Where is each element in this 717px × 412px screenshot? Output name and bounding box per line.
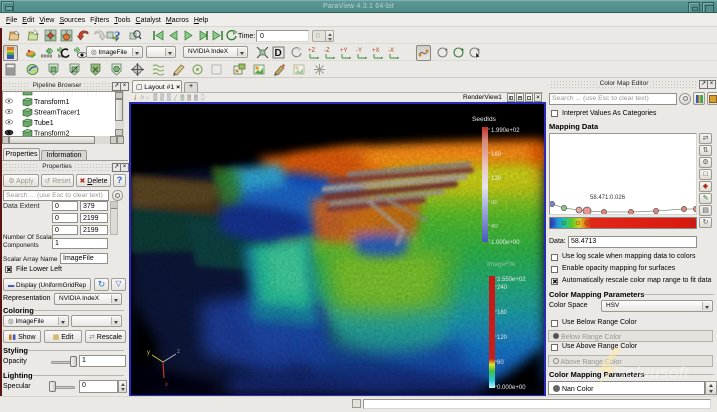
svg-text:1.990e+02: 1.990e+02	[491, 128, 520, 134]
svg-text:z: z	[177, 349, 180, 355]
svg-text:120: 120	[491, 176, 502, 182]
svg-text:60: 60	[497, 360, 504, 366]
svg-text:y: y	[147, 350, 150, 356]
svg-text:58.471:0.026: 58.471:0.026	[590, 195, 626, 201]
svg-text:x: x	[165, 382, 168, 388]
svg-text:D: D	[275, 48, 282, 59]
svg-text:-X: -X	[388, 48, 394, 54]
svg-text:StreamTracer1: StreamTracer1	[34, 110, 81, 117]
svg-text:Soluusoft: Soluusoft	[614, 363, 690, 382]
svg-text:0.000e+00: 0.000e+00	[497, 385, 526, 391]
svg-text:-Y: -Y	[356, 48, 362, 54]
svg-text:SeedIds: SeedIds	[472, 116, 497, 123]
svg-text:160: 160	[491, 152, 502, 158]
svg-text:+X: +X	[372, 48, 380, 54]
svg-text:ImageFile: ImageFile	[487, 261, 516, 268]
svg-text:2.550e+02: 2.550e+02	[497, 277, 526, 283]
svg-text:80: 80	[491, 200, 498, 206]
svg-text:»: »	[147, 95, 149, 102]
svg-text:-1.000e+00: -1.000e+00	[489, 240, 520, 246]
svg-text:240: 240	[497, 285, 508, 291]
svg-text:-Z: -Z	[324, 48, 330, 54]
svg-text:Transform1: Transform1	[34, 99, 70, 106]
svg-text:120: 120	[497, 335, 508, 341]
svg-text:+Y: +Y	[340, 48, 348, 54]
svg-text:180: 180	[497, 310, 508, 316]
svg-text:Tube1: Tube1	[34, 120, 54, 127]
svg-text:+Z: +Z	[308, 48, 316, 54]
svg-text:40: 40	[491, 224, 498, 230]
